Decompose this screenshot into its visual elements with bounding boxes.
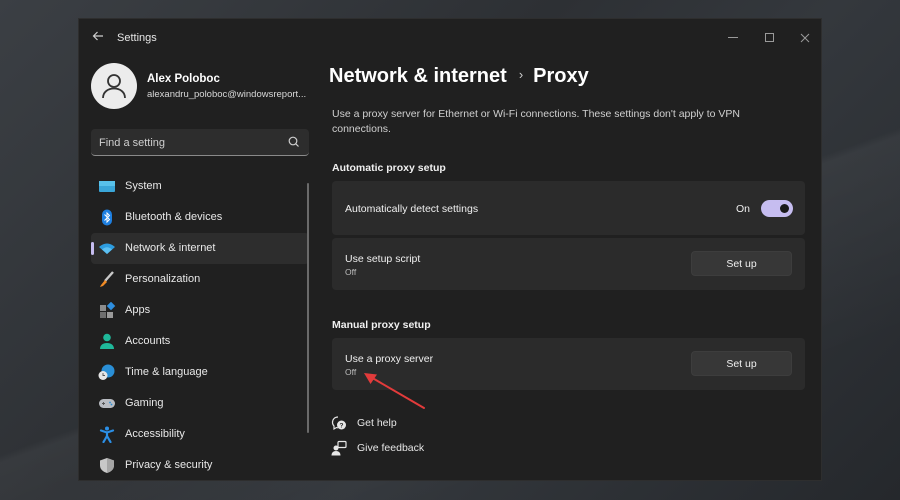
close-button[interactable]	[788, 25, 821, 49]
maximize-button[interactable]	[752, 25, 786, 49]
proxy-server-status: Off	[345, 367, 357, 377]
sidebar-item-time-language[interactable]: Time & language	[91, 357, 309, 388]
sidebar-item-label: Privacy & security	[125, 459, 213, 471]
minimize-icon	[728, 37, 738, 39]
user-profile[interactable]: Alex Poloboc alexandru_poloboc@windowsre…	[91, 63, 321, 113]
setup-script-card: Use setup script Off Set up	[332, 238, 805, 290]
proxy-setup-button[interactable]: Set up	[691, 351, 792, 376]
give-feedback-label: Give feedback	[357, 442, 425, 454]
breadcrumb-parent[interactable]: Network & internet	[329, 65, 507, 87]
accessibility-icon	[99, 426, 115, 443]
sidebar-item-accessibility[interactable]: Accessibility	[91, 419, 309, 450]
back-arrow-icon	[92, 31, 103, 41]
chevron-right-icon: ›	[518, 67, 524, 82]
system-icon	[99, 181, 115, 192]
toggle-state-label: On	[736, 203, 751, 215]
sidebar-item-label: Time & language	[125, 366, 208, 378]
close-icon	[800, 33, 810, 43]
account-icon	[100, 333, 114, 349]
annotation-arrow	[364, 373, 425, 409]
search-icon[interactable]	[287, 135, 301, 149]
search-input[interactable]	[99, 134, 279, 151]
get-help-icon: ?	[331, 416, 346, 431]
search-box[interactable]	[91, 129, 309, 156]
sidebar-item-label: Personalization	[125, 273, 201, 285]
brush-icon	[100, 271, 114, 287]
sidebar-item-label: System	[125, 180, 162, 192]
minimize-button[interactable]	[716, 25, 750, 49]
maximize-icon	[764, 33, 774, 43]
auto-detect-label: Automatically detect settings	[345, 203, 479, 215]
get-help-label: Get help	[357, 417, 397, 429]
section-title-automatic: Automatic proxy setup	[332, 162, 446, 174]
sidebar-item-apps[interactable]: Apps	[91, 295, 309, 326]
setup-script-label: Use setup script	[345, 253, 421, 265]
sidebar-item-bluetooth[interactable]: Bluetooth & devices	[91, 202, 309, 233]
proxy-server-label: Use a proxy server	[345, 353, 434, 365]
sidebar-scrollbar[interactable]	[307, 183, 309, 433]
auto-detect-card: Automatically detect settings On	[332, 181, 805, 235]
setup-script-status: Off	[345, 267, 357, 277]
sidebar-item-accounts[interactable]: Accounts	[91, 326, 309, 357]
sidebar-item-label: Network & internet	[125, 242, 216, 254]
section-title-manual: Manual proxy setup	[332, 319, 431, 331]
svg-text:?: ?	[340, 423, 344, 430]
sidebar-item-label: Bluetooth & devices	[125, 211, 223, 223]
sidebar-item-gaming[interactable]: Gaming	[91, 388, 309, 419]
sidebar-item-personalization[interactable]: Personalization	[91, 264, 309, 295]
sidebar-item-label: Gaming	[125, 397, 164, 409]
avatar	[91, 63, 137, 109]
sidebar-item-label: Apps	[125, 304, 151, 316]
user-name: Alex Poloboc	[147, 73, 220, 85]
sidebar-item-privacy-security[interactable]: Privacy & security	[91, 450, 309, 480]
settings-window: Settings Alex Poloboc alexandru_poloboc@…	[78, 18, 822, 481]
auto-detect-toggle[interactable]	[761, 200, 793, 217]
page-description: Use a proxy server for Ethernet or Wi-Fi…	[332, 108, 740, 135]
apps-icon	[100, 302, 116, 318]
user-email: alexandru_poloboc@windowsreport...	[147, 89, 307, 100]
setup-script-button[interactable]: Set up	[691, 251, 792, 276]
globe-clock-icon	[98, 364, 115, 380]
sidebar-item-label: Accounts	[125, 335, 171, 347]
feedback-icon	[331, 440, 347, 456]
back-button[interactable]	[89, 29, 107, 47]
title-bar: Settings	[79, 19, 821, 57]
shield-icon	[100, 458, 114, 473]
wifi-icon	[99, 243, 115, 254]
sidebar-item-network[interactable]: Network & internet	[91, 233, 309, 264]
breadcrumb: Network & internet › Proxy	[329, 65, 589, 88]
page-title: Proxy	[533, 65, 589, 87]
toggle-knob	[780, 204, 789, 213]
gamepad-icon	[99, 399, 115, 408]
user-icon	[102, 74, 126, 99]
sidebar-item-system[interactable]: System	[91, 171, 309, 202]
bluetooth-icon	[102, 209, 112, 226]
sidebar-nav: System Bluetooth & devices Network & int…	[91, 171, 309, 480]
app-title: Settings	[117, 32, 157, 44]
sidebar-item-label: Accessibility	[125, 428, 185, 440]
